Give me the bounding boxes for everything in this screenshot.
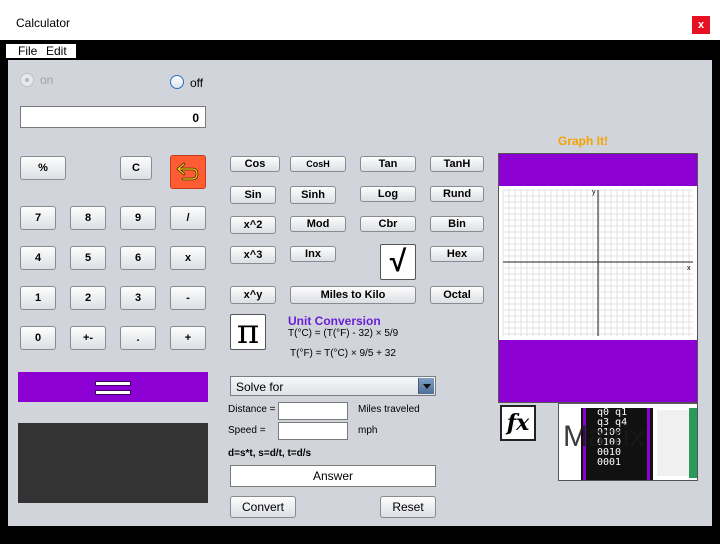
solve-for-value: Solve for (236, 380, 284, 394)
key-4[interactable]: 4 (20, 246, 56, 270)
speed-label: Speed = (228, 425, 266, 436)
tanh-button[interactable]: TanH (430, 156, 484, 172)
key-divide[interactable]: / (170, 206, 206, 230)
clear-button[interactable]: C (120, 156, 152, 180)
menu-edit[interactable]: Edit (46, 44, 67, 58)
key-9[interactable]: 9 (120, 206, 156, 230)
x-axis-label: x (687, 265, 691, 272)
calculator-display[interactable]: 0 (20, 106, 206, 128)
y-axis-label: y (592, 189, 596, 196)
sqrt-button[interactable]: √ (380, 244, 416, 280)
dropdown-chevron-icon (418, 378, 434, 394)
distance-field[interactable] (278, 402, 348, 420)
equals-icon (95, 377, 131, 397)
function-button[interactable]: fx (500, 405, 536, 441)
graph-top-band (499, 154, 697, 186)
fahrenheit-formula: T(°F) = T(°C) × 9/5 + 32 (290, 348, 396, 359)
cbrt-button[interactable]: Cbr (360, 216, 416, 232)
key-6[interactable]: 6 (120, 246, 156, 270)
off-radio[interactable] (170, 75, 184, 89)
undo-arrow-icon (176, 162, 199, 181)
mod-button[interactable]: Mod (290, 216, 346, 232)
key-8[interactable]: 8 (70, 206, 106, 230)
key-negate[interactable]: +- (70, 326, 106, 350)
key-5[interactable]: 5 (70, 246, 106, 270)
miles-to-kilo-button[interactable]: Miles to Kilo (290, 286, 416, 304)
bin-button[interactable]: Bin (430, 216, 484, 232)
sin-button[interactable]: Sin (230, 186, 276, 204)
log-button[interactable]: Log (360, 186, 416, 202)
undo-button[interactable] (170, 155, 206, 189)
matrix-button[interactable]: q0 q1 q3 q4 0100 0100 0010 0001 Matrix (558, 403, 698, 481)
key-2[interactable]: 2 (70, 286, 106, 310)
cosh-button[interactable]: CosH (290, 156, 346, 172)
title-bar (0, 0, 720, 40)
pi-button[interactable]: π (230, 312, 266, 352)
answer-field[interactable]: Answer (230, 465, 436, 487)
reset-button[interactable]: Reset (380, 496, 436, 518)
matrix-stripe (647, 408, 650, 480)
on-label: on (40, 73, 54, 87)
matrix-collage (657, 410, 689, 476)
ln-button[interactable]: Inx (290, 246, 336, 262)
close-button[interactable]: x (692, 16, 710, 34)
octal-button[interactable]: Octal (430, 286, 484, 304)
cos-button[interactable]: Cos (230, 156, 280, 172)
on-radio[interactable] (20, 73, 34, 87)
cube-button[interactable]: x^3 (230, 246, 276, 264)
speed-unit: mph (358, 425, 378, 436)
hex-button[interactable]: Hex (430, 246, 484, 262)
convert-button[interactable]: Convert (230, 496, 296, 518)
speed-field[interactable] (278, 422, 348, 440)
tan-button[interactable]: Tan (360, 156, 416, 172)
square-button[interactable]: x^2 (230, 216, 276, 234)
solve-for-select[interactable]: Solve for (230, 376, 436, 396)
key-add[interactable]: + (170, 326, 206, 350)
solver-formula: d=s*t, s=d/t, t=d/s (228, 448, 312, 459)
key-subtract[interactable]: - (170, 286, 206, 310)
key-1[interactable]: 1 (20, 286, 56, 310)
celsius-formula: T(°C) = (T(°F) - 32) × 5/9 (288, 328, 399, 339)
display-value: 0 (192, 111, 199, 125)
distance-label: Distance = (228, 404, 276, 415)
matrix-word: Matrix (563, 420, 645, 453)
history-panel (18, 423, 208, 503)
equals-button[interactable] (18, 372, 208, 402)
distance-unit: Miles traveled (358, 404, 420, 415)
unit-conversion-title: Unit Conversion (288, 314, 381, 328)
key-3[interactable]: 3 (120, 286, 156, 310)
radio-dot (25, 78, 29, 82)
graph-grid: x y (502, 189, 693, 336)
percent-button[interactable]: % (20, 156, 66, 180)
off-label: off (190, 76, 204, 90)
graph-title: Graph It! (558, 134, 608, 148)
key-0[interactable]: 0 (20, 326, 56, 350)
key-7[interactable]: 7 (20, 206, 56, 230)
graph-panel[interactable]: x y (498, 153, 698, 403)
key-decimal[interactable]: . (120, 326, 156, 350)
window-title: Calculator (16, 16, 71, 30)
sinh-button[interactable]: Sinh (290, 186, 336, 204)
key-multiply[interactable]: x (170, 246, 206, 270)
matrix-green-strip (689, 408, 697, 478)
power-button[interactable]: x^y (230, 286, 276, 304)
matrix-digit-row: 0001 (597, 457, 622, 468)
square-label: x^2 (243, 219, 263, 231)
round-button[interactable]: Rund (430, 186, 484, 202)
menu-file[interactable]: File (18, 44, 37, 58)
graph-bottom-band (499, 340, 697, 402)
